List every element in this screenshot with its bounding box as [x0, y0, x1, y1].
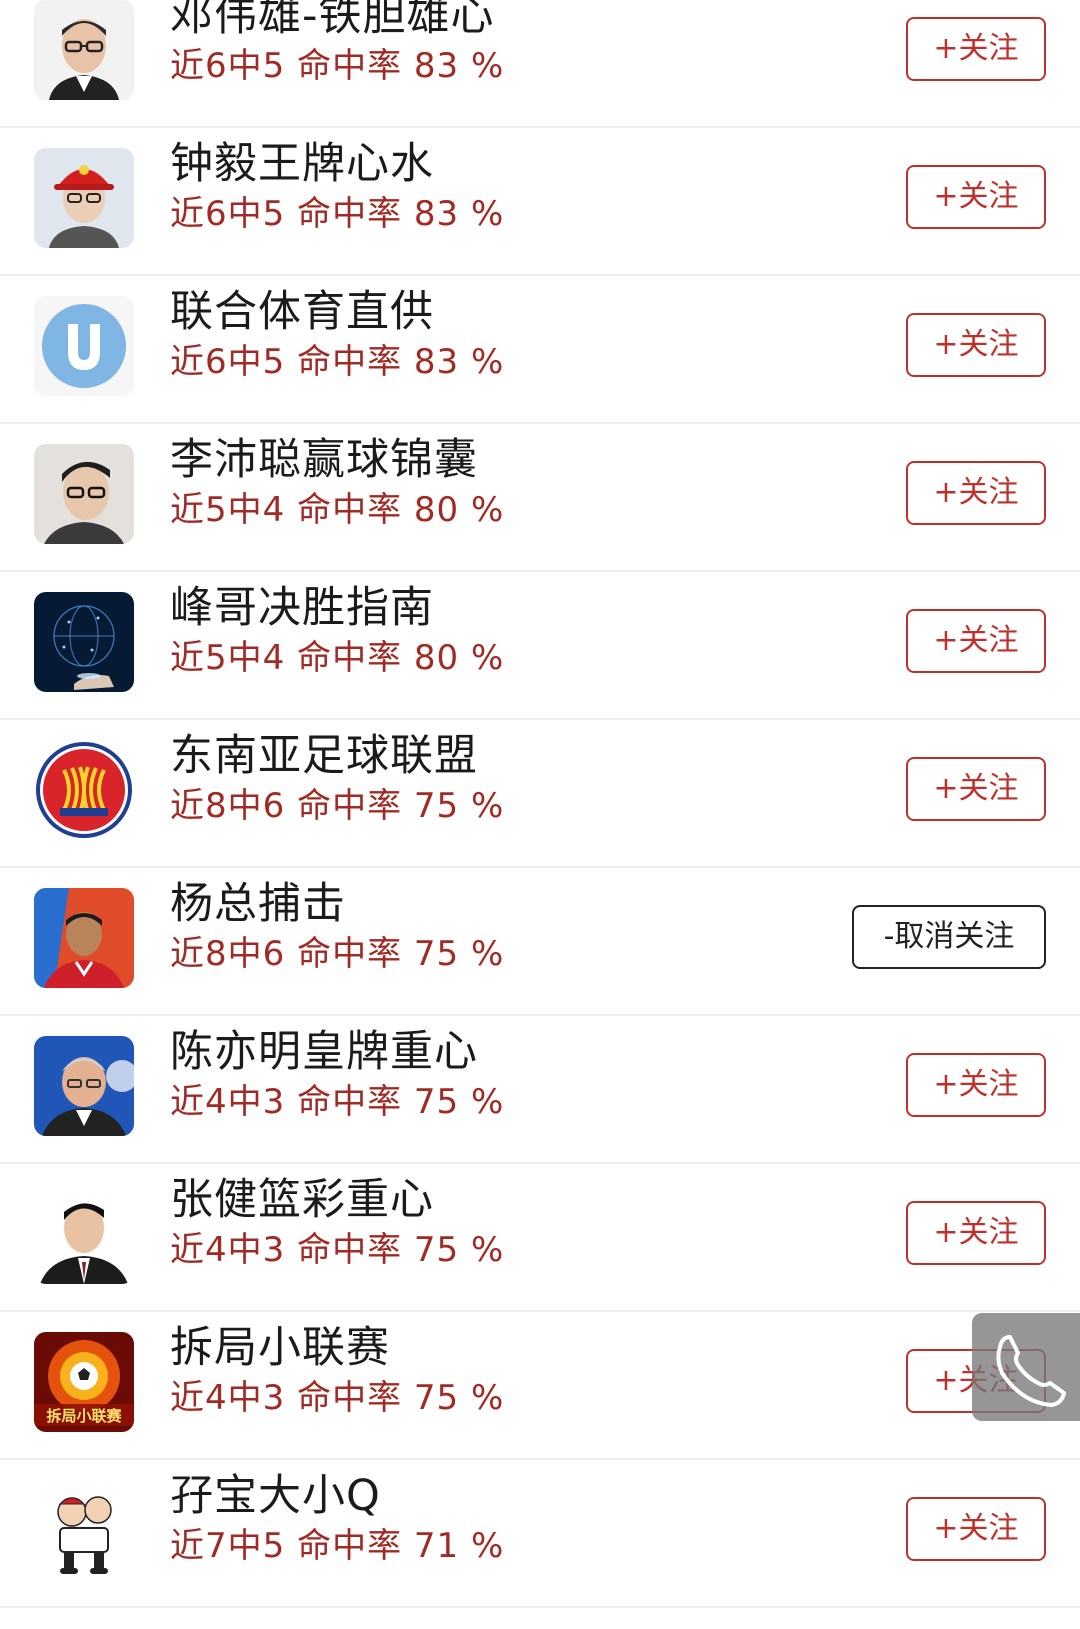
hit-rate-text: 近4中3 命中率 75 %	[170, 1378, 505, 1418]
list-item[interactable]: 陈亦明皇牌重心 近4中3 命中率 75 % +关注	[0, 1016, 1080, 1164]
expert-name: 峰哥决胜指南	[170, 583, 434, 633]
avatar-text: 拆局小联赛	[46, 1407, 122, 1425]
list-item[interactable]: 东南亚足球联盟 近8中6 命中率 75 % +关注	[0, 720, 1080, 868]
hit-rate-text: 近5中4 命中率 80 %	[170, 638, 505, 678]
follow-button[interactable]: +关注	[906, 1053, 1046, 1117]
man-glasses-avatar[interactable]	[34, 0, 134, 100]
expert-name: 东南亚足球联盟	[170, 731, 478, 781]
man-suit-avatar[interactable]	[34, 1184, 134, 1284]
follow-button[interactable]: +关注	[906, 609, 1046, 673]
follow-button[interactable]: +关注	[906, 165, 1046, 229]
asean-emblem-avatar[interactable]	[34, 740, 134, 840]
hit-rate-text: 近7中5 命中率 71 %	[170, 1526, 505, 1566]
follow-button[interactable]: +关注	[906, 461, 1046, 525]
u-logo-avatar[interactable]	[34, 296, 134, 396]
expert-name: 陈亦明皇牌重心	[170, 1027, 478, 1077]
hit-rate-text: 近5中4 命中率 80 %	[170, 490, 505, 530]
cartoon-mascot-avatar[interactable]	[34, 1480, 134, 1580]
hit-rate-text: 近4中3 命中率 75 %	[170, 1082, 505, 1122]
floating-call-button[interactable]	[972, 1313, 1080, 1421]
list-item[interactable]: 拆局小联赛 拆局小联赛 近4中3 命中率 75 % +关注	[0, 1312, 1080, 1460]
phone-icon	[996, 1335, 1066, 1407]
list-item[interactable]: 李沛聪赢球锦囊 近5中4 命中率 80 % +关注	[0, 424, 1080, 572]
hit-rate-text: 近8中6 命中率 75 %	[170, 934, 505, 974]
hit-rate-text: 近6中5 命中率 83 %	[170, 342, 505, 382]
list-item[interactable]: 峰哥决胜指南 近5中4 命中率 80 % +关注	[0, 572, 1080, 720]
older-man-avatar[interactable]	[34, 1036, 134, 1136]
hit-rate-text: 近6中5 命中率 83 %	[170, 194, 505, 234]
follow-button[interactable]: +关注	[906, 757, 1046, 821]
man-red-cap-avatar[interactable]	[34, 148, 134, 248]
follow-button[interactable]: +关注	[906, 313, 1046, 377]
expert-name: 李沛聪赢球锦囊	[170, 435, 478, 485]
list-item[interactable]: 钟毅王牌心水 近6中5 命中率 83 % +关注	[0, 128, 1080, 276]
hit-rate-text: 近8中6 命中率 75 %	[170, 786, 505, 826]
follow-button[interactable]: +关注	[906, 1497, 1046, 1561]
list-item[interactable]: 张健篮彩重心 近4中3 命中率 75 % +关注	[0, 1164, 1080, 1312]
follow-button[interactable]: +关注	[906, 17, 1046, 81]
expert-name: 钟毅王牌心水	[170, 139, 434, 189]
expert-name: 杨总捕击	[170, 879, 346, 929]
list-item[interactable]: 杨总捕击 近8中6 命中率 75 % -取消关注	[0, 868, 1080, 1016]
digital-globe-avatar[interactable]	[34, 592, 134, 692]
unfollow-button[interactable]: -取消关注	[852, 905, 1046, 969]
hit-rate-text: 近4中3 命中率 75 %	[170, 1230, 505, 1270]
hit-rate-text: 近6中5 命中率 83 %	[170, 46, 505, 86]
expert-name: 邓伟雄-铁胆雄心	[170, 0, 495, 41]
list-item[interactable]: 孖宝大小Q 近7中5 命中率 71 % +关注	[0, 1460, 1080, 1608]
expert-name: 张健篮彩重心	[170, 1175, 434, 1225]
man-red-jersey-avatar[interactable]	[34, 888, 134, 988]
fire-football-avatar[interactable]: 拆局小联赛	[34, 1332, 134, 1432]
list-item[interactable]: 联合体育直供 近6中5 命中率 83 % +关注	[0, 276, 1080, 424]
expert-name: 拆局小联赛	[170, 1323, 390, 1373]
expert-list: 邓伟雄-铁胆雄心 近6中5 命中率 83 % +关注 钟毅王牌心水 近6中5 命…	[0, 0, 1080, 1629]
man-glasses-avatar[interactable]	[34, 444, 134, 544]
expert-name: 联合体育直供	[170, 287, 434, 337]
list-item[interactable]: 邓伟雄-铁胆雄心 近6中5 命中率 83 % +关注	[0, 0, 1080, 128]
expert-name: 孖宝大小Q	[170, 1471, 381, 1521]
follow-button[interactable]: +关注	[906, 1201, 1046, 1265]
